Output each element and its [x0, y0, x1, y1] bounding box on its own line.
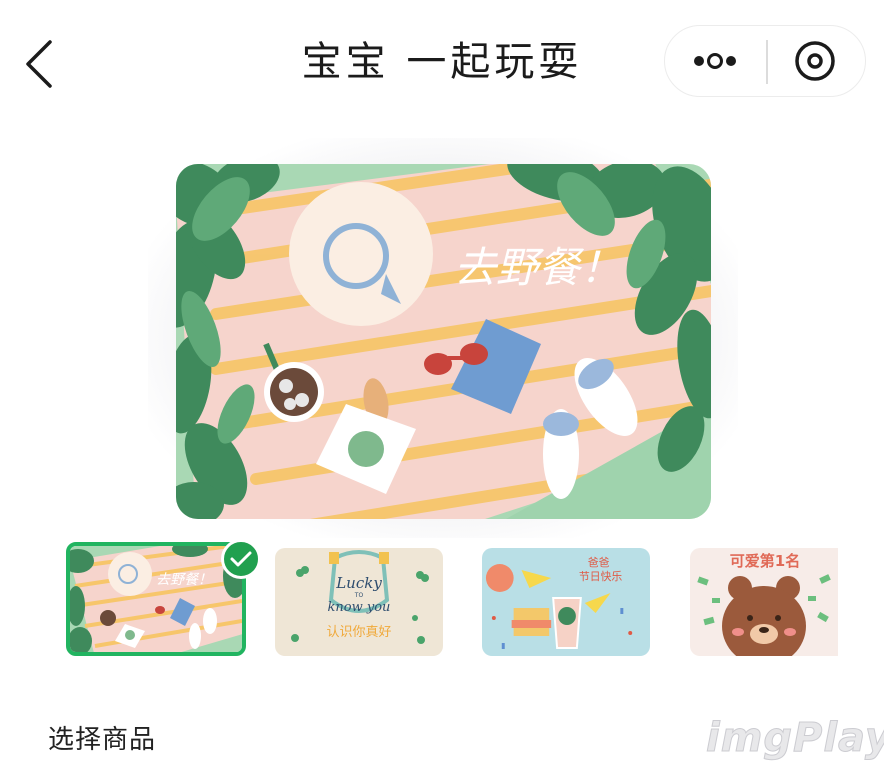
thumb-bear-text: 可爱第1名 — [730, 552, 800, 570]
back-button[interactable] — [14, 36, 66, 92]
template-thumbnail-holiday[interactable]: 爸爸 节日快乐 — [482, 548, 650, 656]
thumb-holiday-line1: 爸爸 — [588, 556, 610, 569]
thumb-lucky-caption: 认识你真好 — [326, 625, 391, 640]
main-card-image: 去野餐！ — [176, 164, 711, 519]
template-thumbnail-bear[interactable]: 可爱第1名 — [690, 548, 838, 656]
mini-program-capsule — [664, 25, 866, 97]
card-headline: 去野餐！ — [454, 243, 622, 292]
thumb-holiday-line2: 节日快乐 — [579, 570, 623, 583]
section-title: 选择商品 — [48, 725, 157, 755]
chevron-left-icon — [26, 40, 52, 88]
imgplay-watermark: imgPlay — [706, 715, 884, 762]
close-miniprogram-button[interactable] — [765, 26, 865, 96]
picnic-thumbnail-image: 去野餐！ — [70, 546, 242, 652]
lucky-thumbnail-image: Lucky TO know you 认识你真好 — [275, 548, 443, 656]
thumb-lucky-line3: know you — [328, 600, 391, 615]
more-dots-icon — [694, 53, 736, 69]
thumb-lucky-line2: TO — [354, 592, 364, 599]
selected-check-badge — [221, 539, 261, 579]
checkmark-icon — [230, 551, 252, 567]
target-circle-icon — [795, 41, 835, 81]
bear-thumbnail-image: 可爱第1名 — [690, 548, 838, 656]
template-thumbnail-lucky[interactable]: Lucky TO know you 认识你真好 — [275, 548, 443, 656]
more-button[interactable] — [665, 26, 765, 96]
thumb-picnic-text: 去野餐！ — [156, 572, 212, 588]
holiday-thumbnail-image: 爸爸 节日快乐 — [482, 548, 650, 656]
thumb-lucky-line1: Lucky — [335, 574, 382, 592]
template-thumbnail-picnic[interactable]: 去野餐！ — [66, 542, 246, 656]
picnic-illustration: 去野餐！ — [176, 164, 711, 519]
